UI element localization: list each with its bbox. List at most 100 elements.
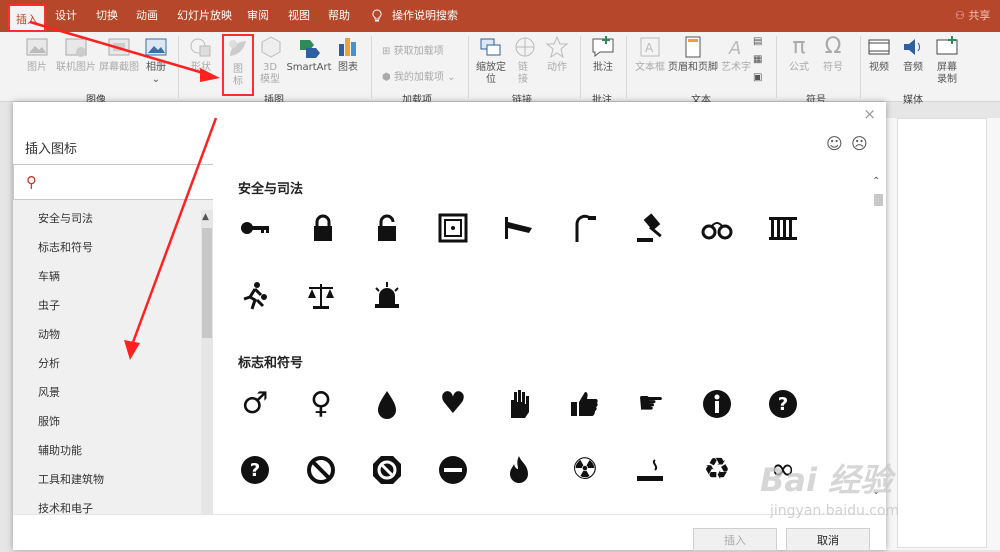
category-item[interactable]: 安全与司法 — [38, 210, 93, 226]
tab-animations[interactable]: 动画 — [136, 0, 158, 32]
pointing-hand-icon[interactable]: ☛ — [635, 388, 667, 420]
frown-icon[interactable]: ☹ — [851, 134, 868, 153]
thief-running-icon[interactable] — [239, 280, 271, 312]
watermark-url: jingyan.baidu.com — [770, 503, 900, 519]
scroll-up-icon[interactable]: ⌃ — [872, 176, 880, 187]
key-icon[interactable] — [239, 212, 271, 244]
audio-button[interactable]: 音频 — [900, 34, 926, 74]
textbox-button[interactable]: A 文本框 — [634, 34, 666, 74]
chart-button[interactable]: 图表 — [335, 34, 361, 74]
question-help-icon[interactable]: ? — [239, 454, 271, 486]
tab-slideshow[interactable]: 幻灯片放映 — [177, 0, 232, 32]
question-icon[interactable]: ? — [767, 388, 799, 420]
svg-text:?: ? — [778, 394, 788, 415]
tab-transitions[interactable]: 切换 — [96, 0, 118, 32]
recycle-icon[interactable]: ♻ — [701, 454, 733, 486]
do-not-enter-icon[interactable] — [437, 454, 469, 486]
zoom-button[interactable]: 缩放定位 — [474, 34, 508, 86]
watermark-logo: Bai 经验 — [760, 461, 893, 499]
smartart-icon — [300, 40, 320, 58]
prohibited-icon[interactable] — [305, 454, 337, 486]
jail-icon[interactable] — [767, 212, 799, 244]
comment-button[interactable]: 批注 — [589, 34, 617, 74]
category-scrollbar[interactable]: ▲ ▼ — [201, 210, 213, 550]
cancel-button[interactable]: 取消 — [786, 528, 870, 551]
shapes-icon — [190, 38, 211, 57]
object-icon[interactable]: ▣ — [753, 72, 762, 83]
female-icon[interactable]: ♀ — [305, 388, 337, 420]
tab-design[interactable]: 设计 — [55, 0, 77, 32]
action-button[interactable]: 动作 — [544, 34, 570, 74]
lock-icon[interactable] — [307, 212, 339, 244]
shapes-button[interactable]: 形状 — [186, 34, 216, 74]
smiley-icon[interactable]: ☺ — [826, 134, 843, 153]
info-icon[interactable] — [701, 388, 733, 420]
scales-icon[interactable] — [305, 280, 337, 312]
scrollbar-thumb[interactable] — [874, 194, 883, 206]
icons-icon — [229, 40, 246, 56]
get-addins-button[interactable]: ⊞ 获取加载项 — [382, 42, 444, 57]
security-camera-icon[interactable] — [503, 212, 535, 244]
scroll-up-icon[interactable]: ▲ — [202, 212, 209, 222]
category-item[interactable]: 服饰 — [38, 413, 60, 429]
no-entry-octagon-icon[interactable] — [371, 454, 403, 486]
tab-view[interactable]: 视图 — [288, 0, 310, 32]
tab-insert[interactable]: 插入 — [8, 4, 46, 32]
category-item[interactable]: 车辆 — [38, 268, 60, 284]
divider — [776, 36, 777, 98]
divider — [626, 36, 627, 98]
category-item[interactable]: 辅助功能 — [38, 442, 82, 458]
insert-button[interactable]: 插入 — [693, 528, 777, 551]
safe-icon[interactable] — [437, 212, 469, 244]
smartart-button[interactable]: SmartArt — [286, 34, 332, 74]
link-button[interactable]: 链接 — [512, 34, 535, 86]
tell-me-search[interactable]: 操作说明搜索 — [392, 0, 458, 32]
header-footer-button[interactable]: 页眉和页脚 — [667, 34, 719, 74]
handcuffs-icon[interactable] — [701, 212, 733, 244]
equation-button[interactable]: π 公式 — [786, 34, 812, 74]
gavel-icon[interactable] — [635, 212, 667, 244]
category-item[interactable]: 标志和符号 — [38, 239, 93, 255]
album-button[interactable]: 相册 ⌄ — [141, 34, 171, 86]
store-icon: ⊞ — [382, 46, 391, 57]
fire-icon[interactable] — [503, 454, 535, 486]
category-item[interactable]: 分析 — [38, 355, 60, 371]
screenshot-button[interactable]: 屏幕截图 — [99, 34, 139, 74]
close-icon[interactable]: × — [863, 105, 876, 123]
date-time-icon[interactable]: ▤ — [753, 36, 762, 47]
share-button[interactable]: ⚇ 共享 — [955, 0, 990, 32]
unlock-icon[interactable] — [371, 212, 403, 244]
category-item[interactable]: 虫子 — [38, 297, 60, 313]
hand-stop-icon[interactable] — [503, 388, 535, 420]
section-heading-signs: 标志和符号 — [238, 356, 304, 371]
scrollbar-thumb[interactable] — [202, 228, 212, 338]
tab-help[interactable]: 帮助 — [328, 0, 350, 32]
symbol-button[interactable]: Ω 符号 — [820, 34, 846, 74]
wordart-button[interactable]: A 艺术字 — [720, 34, 752, 74]
svg-text:A: A — [728, 38, 741, 59]
addins-icon: ⬢ — [382, 72, 391, 83]
slide-canvas[interactable] — [897, 118, 987, 548]
search-input[interactable]: ⚲ — [13, 164, 213, 200]
video-button[interactable]: 视频 — [866, 34, 892, 74]
pictures-button[interactable]: 图片 — [20, 34, 54, 74]
online-pictures-button[interactable]: 联机图片 — [56, 34, 96, 74]
category-item[interactable]: 工具和建筑物 — [38, 471, 104, 487]
street-lamp-icon[interactable] — [569, 212, 601, 244]
screen-recording-button[interactable]: 屏幕 录制 — [934, 34, 960, 86]
heart-icon[interactable]: ♥ — [437, 388, 469, 420]
my-addins-button[interactable]: ⬢ 我的加载项 ⌄ — [382, 68, 455, 83]
category-item[interactable]: 动物 — [38, 326, 60, 342]
thumbs-up-icon[interactable] — [569, 388, 601, 420]
radiation-icon[interactable]: ☢ — [569, 454, 601, 486]
category-list: 安全与司法 标志和符号 车辆 虫子 动物 分析 风景 服饰 辅助功能 工具和建筑… — [13, 200, 213, 550]
category-item[interactable]: 风景 — [38, 384, 60, 400]
smoking-icon[interactable] — [635, 454, 667, 486]
male-icon[interactable]: ♂ — [239, 388, 271, 420]
siren-icon[interactable] — [371, 280, 403, 312]
3d-models-button[interactable]: 3D 模型 — [258, 34, 282, 86]
slide-number-icon[interactable]: ▦ — [753, 54, 762, 65]
icons-button[interactable]: 图标 — [222, 34, 254, 96]
drop-icon[interactable] — [371, 388, 403, 420]
tab-review[interactable]: 审阅 — [247, 0, 269, 32]
